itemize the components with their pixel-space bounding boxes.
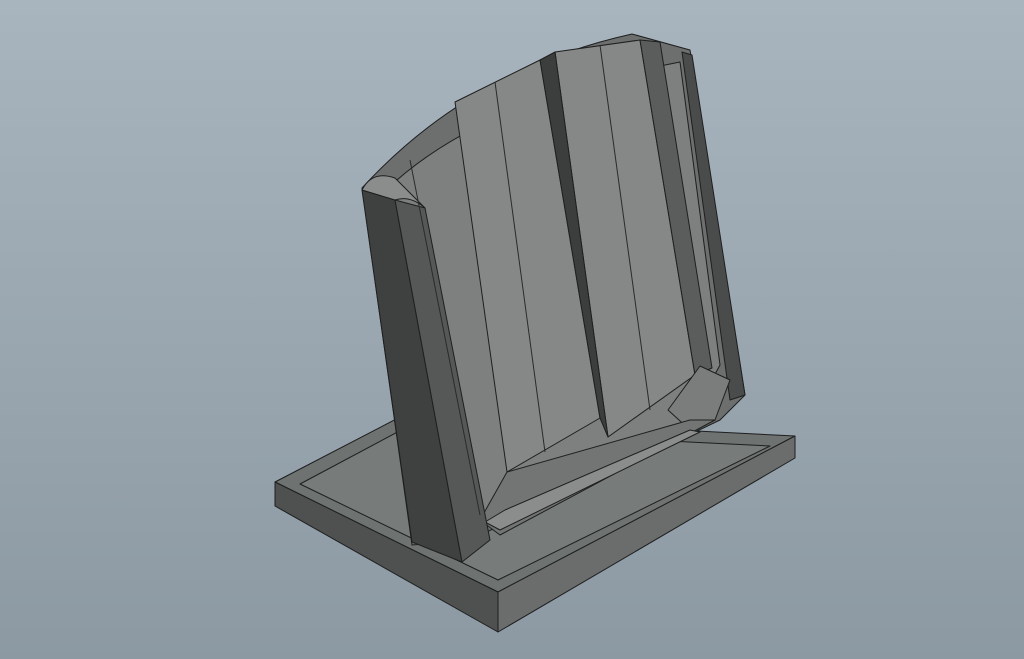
model-phone-stand (274, 33, 796, 633)
3d-viewport[interactable] (0, 0, 1024, 659)
